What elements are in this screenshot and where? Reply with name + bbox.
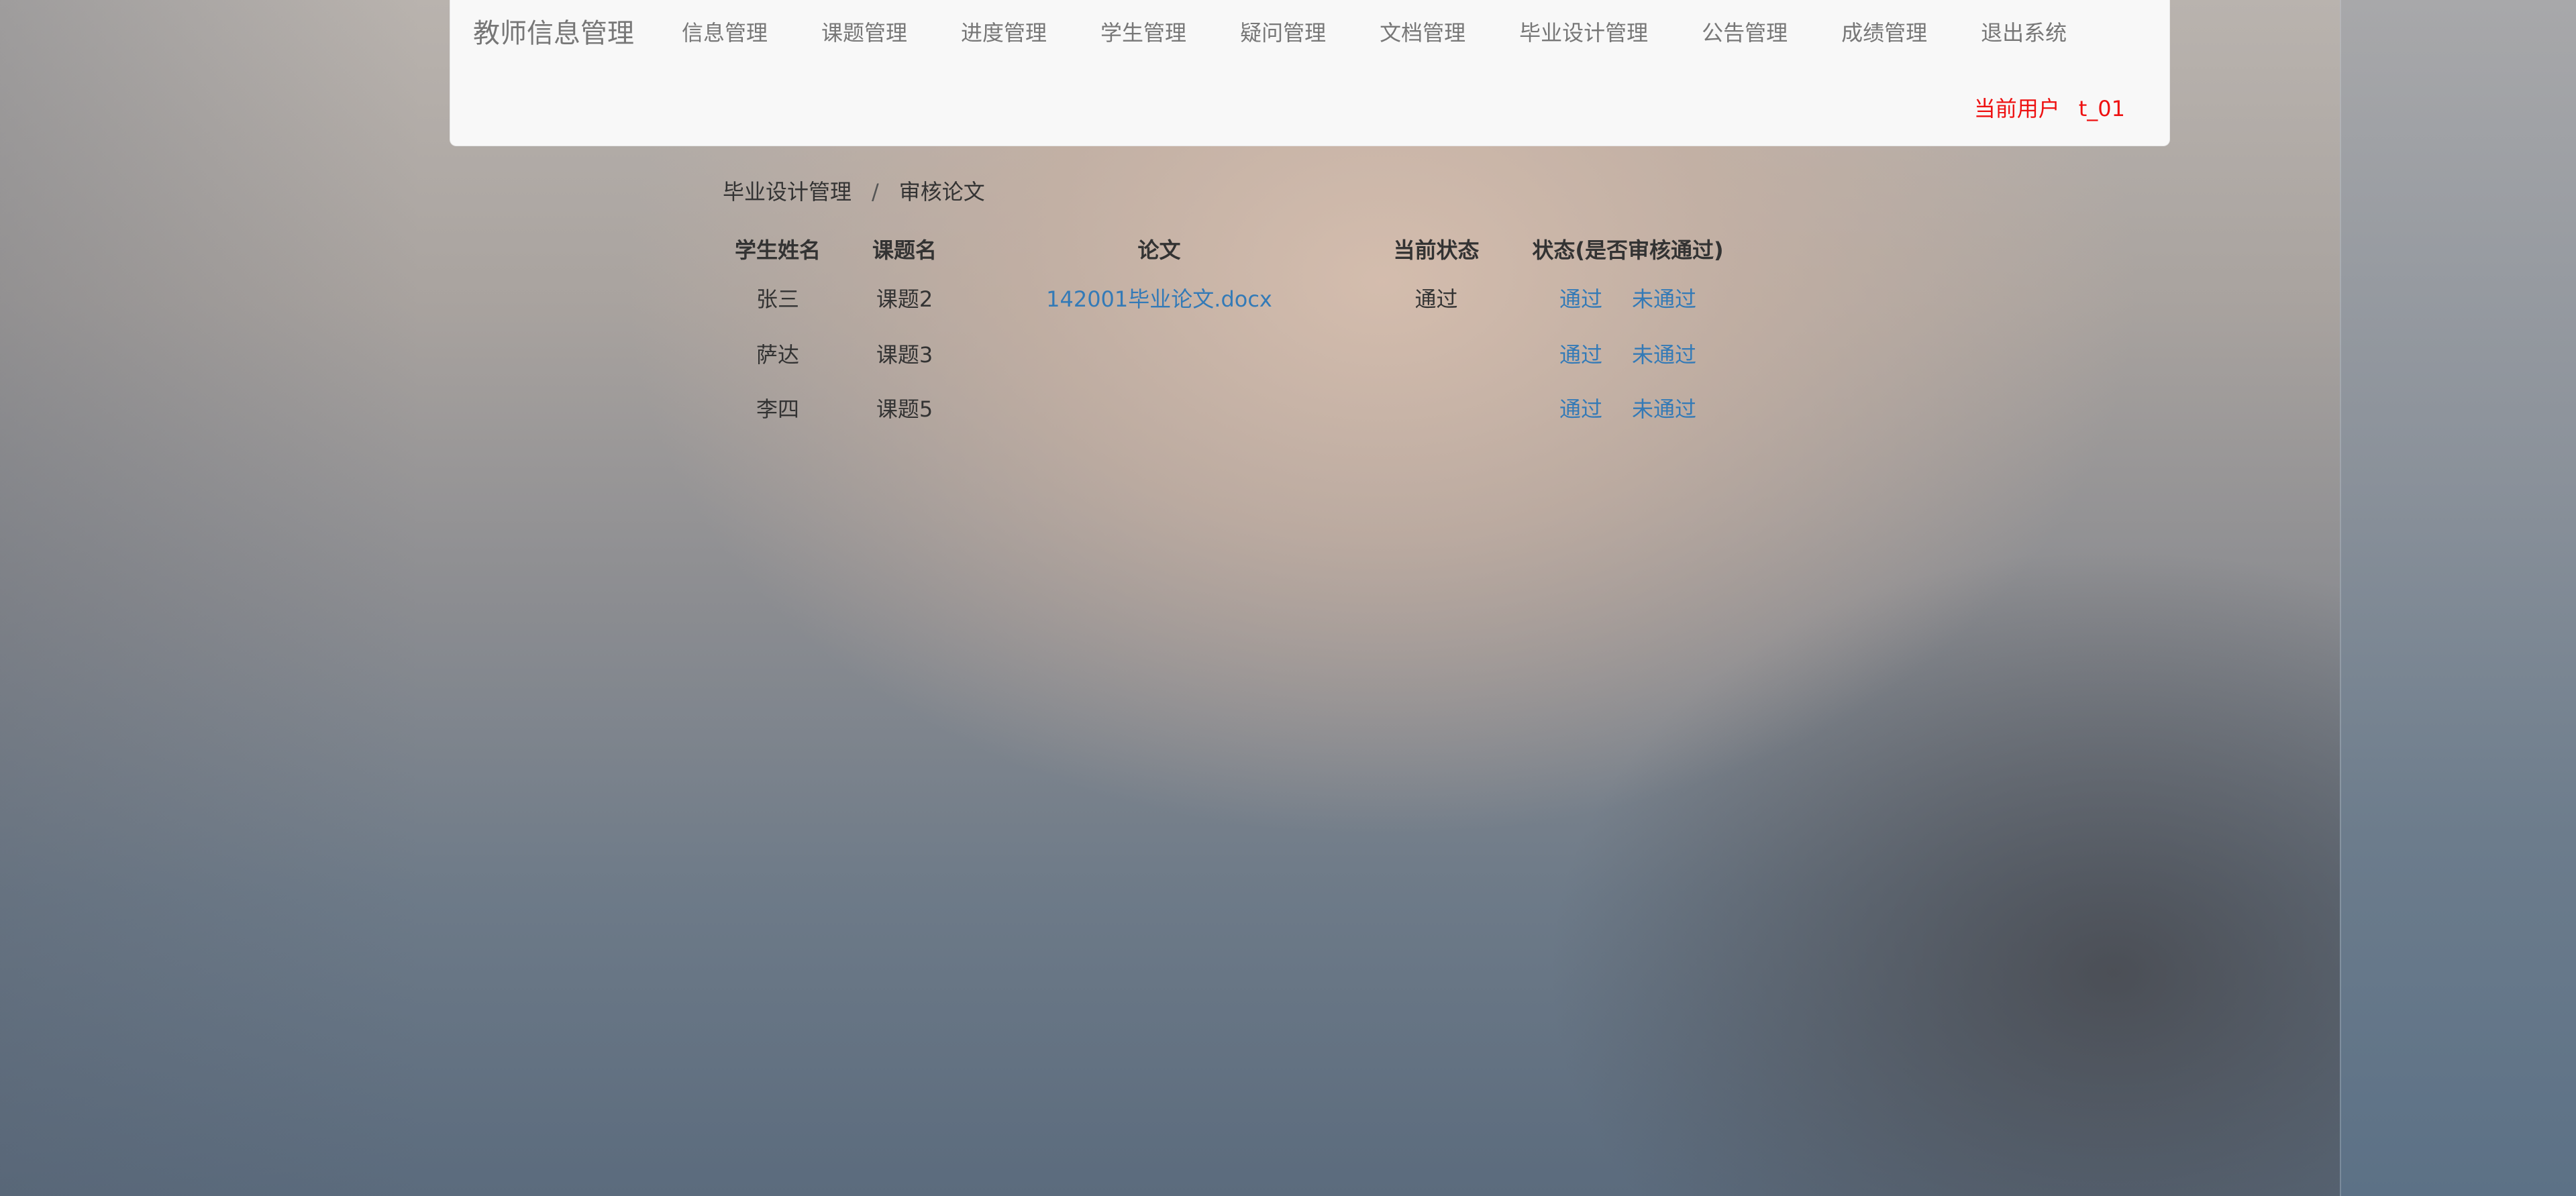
- header-topic-name: 课题名: [872, 237, 937, 263]
- header-paper: 论文: [1137, 237, 1181, 263]
- cell-current-status: [1342, 380, 1531, 435]
- background-right-strip: [2340, 0, 2576, 1196]
- paper-download-link[interactable]: 142001毕业论文.docx: [1046, 286, 1272, 312]
- nav-item-info[interactable]: 信息管理: [682, 15, 768, 51]
- cell-current-status: 通过: [1414, 286, 1458, 312]
- cell-topic-name: 课题5: [876, 396, 933, 422]
- header-review-status: 状态(是否审核通过): [1532, 237, 1724, 263]
- cell-topic-name: 课题3: [876, 341, 933, 368]
- reject-link[interactable]: 未通过: [1632, 396, 1696, 422]
- current-user-value: t_01: [2078, 96, 2125, 121]
- cell-review-actions: 通过 未通过: [1531, 326, 1725, 380]
- cell-review-actions: 通过 未通过: [1531, 380, 1725, 435]
- nav-item-topics[interactable]: 课题管理: [821, 15, 907, 51]
- header-current-status: 当前状态: [1393, 237, 1480, 263]
- table-row: 萨达 课题3 通过 未通过: [723, 326, 1725, 380]
- table-row: 张三 课题2 142001毕业论文.docx 通过 通过 未通过: [723, 270, 1725, 326]
- cell-paper: [976, 326, 1342, 380]
- cell-paper: 142001毕业论文.docx: [976, 270, 1342, 326]
- approve-link[interactable]: 通过: [1559, 286, 1602, 312]
- cell-paper: [976, 380, 1342, 435]
- cell-topic-name: 课题2: [876, 286, 933, 312]
- nav-item-logout[interactable]: 退出系统: [1981, 15, 2067, 51]
- breadcrumb-parent[interactable]: 毕业设计管理: [723, 179, 852, 205]
- breadcrumb: 毕业设计管理 / 审核论文: [723, 174, 985, 210]
- nav-item-students[interactable]: 学生管理: [1100, 15, 1186, 51]
- paper-review-table: 学生姓名 课题名 论文 当前状态 状态(是否审核通过) 张三 课题2 14200…: [723, 228, 1725, 435]
- cell-student-name: 李四: [756, 396, 799, 422]
- table-header-row: 学生姓名 课题名 论文 当前状态 状态(是否审核通过): [723, 228, 1725, 270]
- cell-student-name: 张三: [756, 286, 799, 312]
- approve-link[interactable]: 通过: [1559, 342, 1602, 368]
- background-shade: [0, 0, 2340, 1196]
- table-row: 李四 课题5 通过 未通过: [723, 380, 1725, 435]
- nav-item-questions[interactable]: 疑问管理: [1240, 15, 1326, 51]
- header-student-name: 学生姓名: [734, 237, 821, 263]
- nav-item-grades[interactable]: 成绩管理: [1841, 15, 1927, 51]
- nav-menu: 信息管理 课题管理 进度管理 学生管理 疑问管理 文档管理 毕业设计管理 公告管…: [682, 15, 2067, 51]
- cell-current-status: [1342, 326, 1531, 380]
- nav-item-announcements[interactable]: 公告管理: [1702, 15, 1788, 51]
- current-user: 当前用户 t_01: [1974, 91, 2125, 127]
- approve-link[interactable]: 通过: [1559, 396, 1602, 422]
- breadcrumb-divider: /: [872, 179, 879, 205]
- navbar-brand[interactable]: 教师信息管理: [473, 13, 634, 54]
- top-navbar: 教师信息管理 信息管理 课题管理 进度管理 学生管理 疑问管理 文档管理 毕业设…: [450, 0, 2170, 146]
- current-user-label: 当前用户: [1973, 96, 2060, 121]
- cell-review-actions: 通过 未通过: [1531, 270, 1725, 326]
- nav-item-progress[interactable]: 进度管理: [961, 15, 1047, 51]
- nav-item-documents[interactable]: 文档管理: [1380, 15, 1465, 51]
- reject-link[interactable]: 未通过: [1632, 286, 1696, 312]
- breadcrumb-current: 审核论文: [898, 179, 985, 205]
- nav-item-graduation-design[interactable]: 毕业设计管理: [1519, 15, 1648, 51]
- reject-link[interactable]: 未通过: [1632, 342, 1696, 368]
- cell-student-name: 萨达: [756, 341, 799, 368]
